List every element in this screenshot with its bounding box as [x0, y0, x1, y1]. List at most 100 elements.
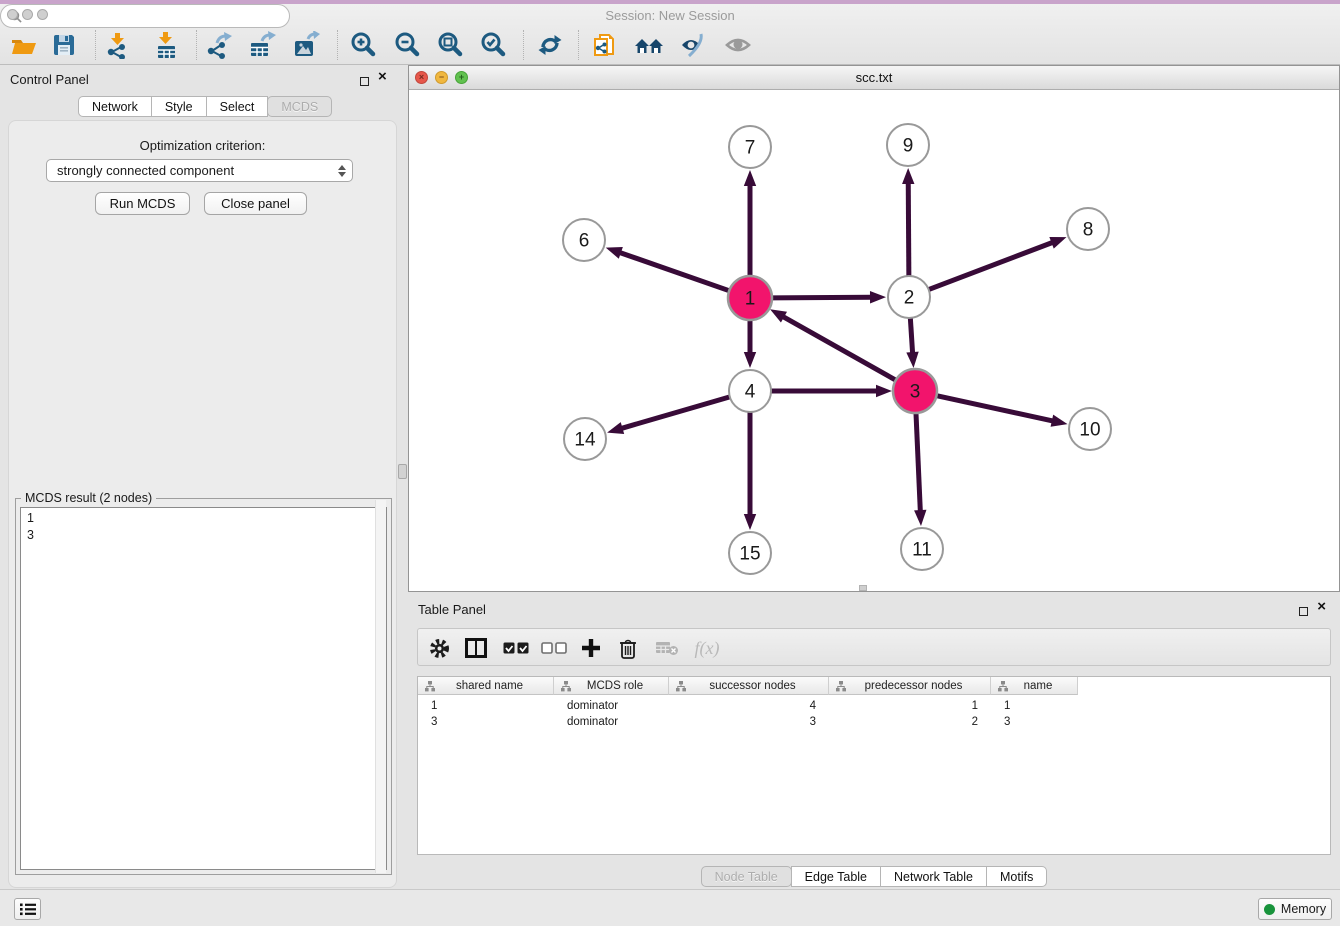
delete-table-icon[interactable] [654, 629, 680, 667]
hide-selected-icon[interactable] [678, 30, 708, 60]
memory-button[interactable]: Memory [1258, 898, 1332, 920]
table-panel-float-icon[interactable] [1299, 604, 1308, 619]
network-canvas[interactable]: 7 9 6 8 1 2 4 3 14 10 15 11 [409, 90, 1339, 591]
export-network-icon[interactable] [204, 30, 234, 60]
edge-4-14[interactable] [621, 397, 730, 429]
edge-2-3[interactable] [910, 318, 912, 354]
import-table-icon[interactable] [151, 30, 181, 60]
node-7[interactable]: 7 [729, 126, 771, 168]
tab-network[interactable]: Network [78, 96, 152, 117]
open-session-icon[interactable] [8, 30, 38, 60]
table-row[interactable]: 3dominator323 [418, 714, 1078, 730]
select-all-checkboxes-icon[interactable] [502, 629, 530, 667]
edge-3-1[interactable] [782, 316, 896, 381]
edge-2-9[interactable] [908, 182, 909, 276]
save-session-icon[interactable] [49, 30, 79, 60]
table-cell[interactable]: 1 [991, 698, 1078, 714]
column-header-successor-nodes[interactable]: successor nodes [669, 677, 829, 695]
table-cell[interactable]: 4 [669, 698, 829, 714]
control-panel-close-icon[interactable]: × [378, 71, 387, 83]
edge-arrowhead [744, 352, 756, 368]
result-scrollbar[interactable] [375, 500, 386, 873]
node-3[interactable]: 3 [893, 369, 937, 413]
node-14[interactable]: 14 [564, 418, 606, 460]
svg-text:15: 15 [739, 544, 760, 565]
network-frame-titlebar[interactable]: scc.txt [409, 66, 1339, 90]
network-graph: 7 9 6 8 1 2 4 3 14 10 15 11 [409, 90, 1339, 591]
table-cell[interactable]: 1 [829, 698, 991, 714]
edge-arrowhead [876, 385, 892, 397]
node-4[interactable]: 4 [729, 370, 771, 412]
table-settings-gear-icon[interactable] [428, 629, 450, 667]
import-network-icon[interactable] [103, 30, 133, 60]
edge-1-6[interactable] [619, 252, 730, 291]
table-cell[interactable]: 2 [829, 714, 991, 730]
tab-select[interactable]: Select [206, 96, 269, 117]
tab-style[interactable]: Style [151, 96, 207, 117]
control-panel-tabs: NetworkStyleSelectMCDS [78, 96, 332, 117]
split-divider-handle[interactable] [398, 464, 407, 479]
edge-1-2[interactable] [771, 297, 872, 298]
node-8[interactable]: 8 [1067, 208, 1109, 250]
column-header-name[interactable]: name [991, 677, 1078, 695]
window-title: Session: New Session [0, 8, 1340, 23]
column-header-predecessor-nodes[interactable]: predecessor nodes [829, 677, 991, 695]
tab-network-table[interactable]: Network Table [880, 866, 987, 887]
run-mcds-button[interactable]: Run MCDS [95, 192, 190, 215]
first-neighbors-icon[interactable] [634, 30, 664, 60]
table-cell[interactable]: dominator [554, 714, 669, 730]
clone-network-icon[interactable] [590, 30, 620, 60]
node-6[interactable]: 6 [563, 219, 605, 261]
tab-node-table[interactable]: Node Table [701, 866, 792, 887]
table-cell[interactable]: 3 [418, 714, 554, 730]
zoom-fit-icon[interactable] [435, 30, 465, 60]
node-table: shared nameMCDS rolesuccessor nodesprede… [417, 676, 1331, 855]
optimization-criterion-label: Optimization criterion: [9, 138, 396, 153]
show-all-icon[interactable] [723, 30, 753, 60]
mcds-result-text[interactable]: 1 3 [20, 507, 387, 870]
tab-motifs[interactable]: Motifs [986, 866, 1047, 887]
deselect-all-checkboxes-icon[interactable] [540, 629, 568, 667]
export-image-icon[interactable] [291, 30, 321, 60]
tab-edge-table[interactable]: Edge Table [791, 866, 881, 887]
column-header-MCDS-role[interactable]: MCDS role [554, 677, 669, 695]
zoom-in-icon[interactable] [348, 30, 378, 60]
add-column-icon[interactable] [580, 629, 602, 667]
column-header-shared-name[interactable]: shared name [418, 677, 554, 695]
export-table-icon[interactable] [247, 30, 277, 60]
node-10[interactable]: 10 [1069, 408, 1111, 450]
refresh-icon[interactable] [535, 30, 565, 60]
table-row[interactable]: 1dominator411 [418, 698, 1078, 714]
zoom-selected-icon[interactable] [478, 30, 508, 60]
tab-mcds[interactable]: MCDS [267, 96, 332, 117]
node-9[interactable]: 9 [887, 124, 929, 166]
edge-3-11[interactable] [916, 412, 920, 512]
close-panel-button[interactable]: Close panel [204, 192, 307, 215]
node-2[interactable]: 2 [888, 276, 930, 318]
table-cell[interactable]: dominator [554, 698, 669, 714]
function-builder-icon[interactable]: f(x) [690, 629, 724, 667]
node-1[interactable]: 1 [728, 276, 772, 320]
table-panel-tabs: Node TableEdge TableNetwork TableMotifs [408, 866, 1340, 887]
network-frame-title: scc.txt [409, 70, 1339, 85]
frame-resize-grip[interactable] [859, 585, 867, 591]
table-cell[interactable]: 3 [991, 714, 1078, 730]
delete-columns-trash-icon[interactable] [618, 629, 638, 667]
network-view-frame: scc.txt 7 9 6 8 1 2 4 3 14 10 15 11 [408, 65, 1340, 592]
status-list-button[interactable] [14, 898, 41, 920]
node-15[interactable]: 15 [729, 532, 771, 574]
node-11[interactable]: 11 [901, 528, 943, 570]
control-panel-float-icon[interactable] [360, 74, 369, 89]
zoom-out-icon[interactable] [392, 30, 422, 60]
edge-3-10[interactable] [936, 395, 1054, 421]
criterion-value: strongly connected component [57, 163, 338, 178]
show-columns-icon[interactable] [464, 629, 488, 667]
table-cell[interactable]: 3 [669, 714, 829, 730]
table-panel-close-icon[interactable]: × [1317, 601, 1326, 613]
list-icon [20, 902, 36, 916]
edge-2-8[interactable] [929, 242, 1054, 289]
table-cell[interactable]: 1 [418, 698, 554, 714]
edge-arrowhead [607, 422, 624, 434]
svg-text:2: 2 [904, 288, 915, 309]
criterion-select[interactable]: strongly connected component [46, 159, 353, 182]
